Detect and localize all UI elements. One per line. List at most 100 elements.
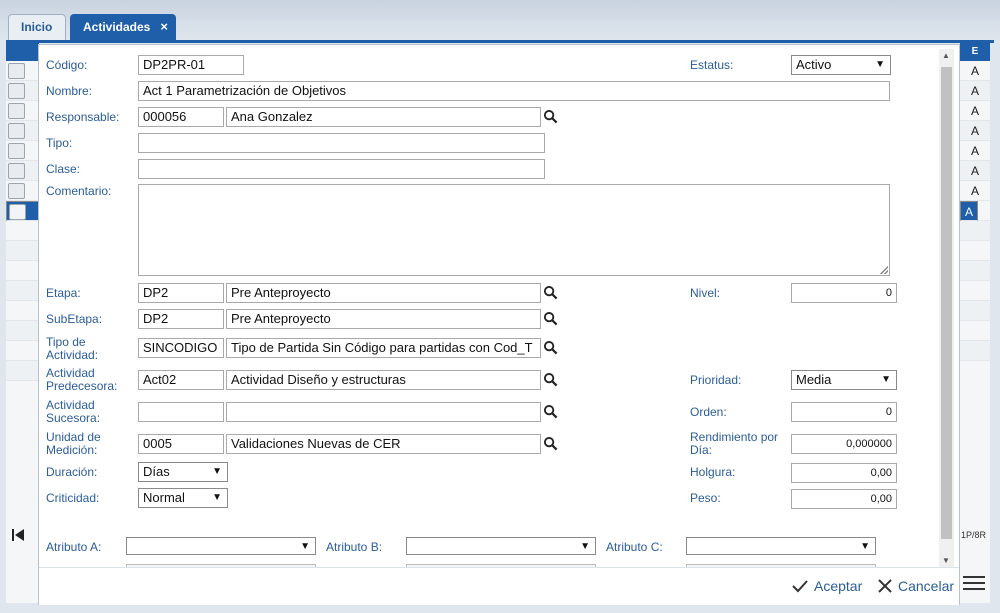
etapa-name-input[interactable]: Pre Anteproyecto: [226, 283, 541, 303]
unidad-label-line2: Medición:: [46, 443, 98, 457]
right-grid-header[interactable]: E: [960, 43, 990, 61]
prioridad-select[interactable]: Media ▼: [791, 370, 897, 390]
clase-input[interactable]: [138, 159, 545, 179]
rendimiento-input[interactable]: 0,000000: [791, 434, 897, 454]
table-cell[interactable]: A: [960, 121, 990, 141]
peso-input[interactable]: 0,00: [791, 489, 897, 509]
estatus-select[interactable]: Activo ▼: [791, 55, 891, 75]
tipo-actividad-label: Tipo de Actividad:: [46, 336, 98, 362]
table-cell[interactable]: A: [960, 101, 990, 121]
search-icon[interactable]: [543, 340, 558, 355]
estatus-value: Activo: [796, 57, 832, 72]
tipo-actividad-code-input[interactable]: SINCODIGO: [138, 338, 224, 358]
table-row: [6, 241, 39, 261]
sucesora-code-input[interactable]: [138, 402, 224, 422]
tipo-actividad-name-input[interactable]: Tipo de Partida Sin Código para partidas…: [226, 338, 541, 358]
table-row[interactable]: [6, 101, 39, 121]
unidad-medicion-label: Unidad de Medición:: [46, 431, 101, 457]
hamburger-menu-icon[interactable]: [963, 572, 985, 594]
cancel-button[interactable]: Cancelar: [877, 578, 954, 594]
table-row[interactable]: [6, 161, 39, 181]
first-page-icon[interactable]: [11, 528, 25, 542]
atributo-c-select[interactable]: ▼: [686, 537, 876, 555]
tab-actividades[interactable]: Actividades ×: [70, 14, 176, 40]
dropdown-arrow-icon: ▼: [580, 541, 590, 552]
table-row[interactable]: [6, 61, 39, 81]
clase-label: Clase:: [46, 162, 81, 176]
row-checkbox[interactable]: [9, 204, 26, 220]
atributo-a-select[interactable]: ▼: [126, 537, 316, 555]
etapa-code-input[interactable]: DP2: [138, 283, 224, 303]
form-scrollbar[interactable]: ▲ ▼: [939, 49, 954, 567]
criticidad-label: Criticidad:: [46, 491, 100, 505]
close-icon: [878, 579, 892, 593]
criticidad-select[interactable]: Normal ▼: [138, 488, 228, 508]
dropdown-arrow-icon: ▼: [881, 374, 891, 385]
responsable-name-input[interactable]: Ana Gonzalez: [226, 107, 541, 127]
scroll-up-icon[interactable]: ▲: [942, 51, 950, 60]
responsable-code-input[interactable]: 000056: [138, 107, 224, 127]
search-icon[interactable]: [543, 404, 558, 419]
atributo-b-label: Atributo B:: [326, 540, 383, 554]
table-cell: [960, 321, 990, 341]
nombre-input[interactable]: Act 1 Parametrización de Objetivos: [138, 81, 890, 101]
comentario-textarea[interactable]: [138, 184, 890, 276]
duracion-select[interactable]: Días ▼: [138, 462, 228, 482]
codigo-label: Código:: [46, 58, 88, 72]
table-row[interactable]: [6, 81, 39, 101]
sucesora-name-input[interactable]: [226, 402, 541, 422]
predecesora-label-line2: Predecesora:: [46, 379, 118, 393]
search-icon[interactable]: [543, 311, 558, 326]
search-icon[interactable]: [543, 109, 558, 124]
row-checkbox[interactable]: [8, 163, 25, 179]
tipo-input[interactable]: [138, 133, 545, 153]
table-cell[interactable]: A: [960, 81, 990, 101]
checkmark-icon: [792, 580, 808, 593]
unidad-code-input[interactable]: 0005: [138, 434, 224, 454]
orden-input[interactable]: 0: [791, 402, 897, 422]
page-info: 1P/8R: [961, 530, 987, 540]
search-icon[interactable]: [543, 285, 558, 300]
holgura-input[interactable]: 0,00: [791, 463, 897, 483]
subetapa-label: SubEtapa:: [46, 312, 103, 326]
row-checkbox[interactable]: [8, 103, 25, 119]
table-cell: [960, 241, 990, 261]
codigo-input[interactable]: DP2PR-01: [138, 55, 244, 75]
scrollbar-thumb[interactable]: [941, 67, 952, 539]
subetapa-name-input[interactable]: Pre Anteproyecto: [226, 309, 541, 329]
nivel-input[interactable]: 0: [791, 283, 897, 303]
table-cell[interactable]: A: [960, 141, 990, 161]
row-checkbox[interactable]: [8, 123, 25, 139]
row-checkbox[interactable]: [8, 143, 25, 159]
close-icon[interactable]: ×: [160, 15, 168, 39]
table-row[interactable]: [6, 121, 39, 141]
row-checkbox[interactable]: [8, 83, 25, 99]
table-row[interactable]: [6, 141, 39, 161]
resize-grip-icon[interactable]: [880, 266, 888, 274]
rendimiento-label: Rendimiento por Día:: [690, 431, 778, 457]
row-checkbox[interactable]: [8, 63, 25, 79]
unidad-name-input[interactable]: Validaciones Nuevas de CER: [226, 434, 541, 454]
holgura-label: Holgura:: [690, 465, 736, 479]
table-cell[interactable]: A: [960, 181, 990, 201]
table-row: [6, 301, 39, 321]
table-cell[interactable]: A: [960, 61, 990, 81]
orden-label: Orden:: [690, 405, 727, 419]
table-cell-selected[interactable]: A: [960, 201, 979, 221]
subetapa-code-input[interactable]: DP2: [138, 309, 224, 329]
search-icon[interactable]: [543, 372, 558, 387]
predecesora-code-input[interactable]: Act02: [138, 370, 224, 390]
atributo-b-select[interactable]: ▼: [406, 537, 596, 555]
prioridad-label: Prioridad:: [690, 373, 742, 387]
accept-button[interactable]: Aceptar: [791, 578, 862, 594]
predecesora-name-input[interactable]: Actividad Diseño y estructuras: [226, 370, 541, 390]
scroll-down-icon[interactable]: ▼: [942, 556, 950, 565]
tab-inicio[interactable]: Inicio: [8, 14, 66, 40]
search-icon[interactable]: [543, 436, 558, 451]
row-checkbox[interactable]: [8, 183, 25, 199]
activity-form-dialog: Código: DP2PR-01 Estatus: Activo ▼ Nombre…: [38, 44, 960, 605]
table-cell[interactable]: A: [960, 161, 990, 181]
dropdown-arrow-icon: ▼: [860, 541, 870, 552]
table-row[interactable]: [6, 181, 39, 201]
table-row-selected[interactable]: [6, 201, 39, 221]
